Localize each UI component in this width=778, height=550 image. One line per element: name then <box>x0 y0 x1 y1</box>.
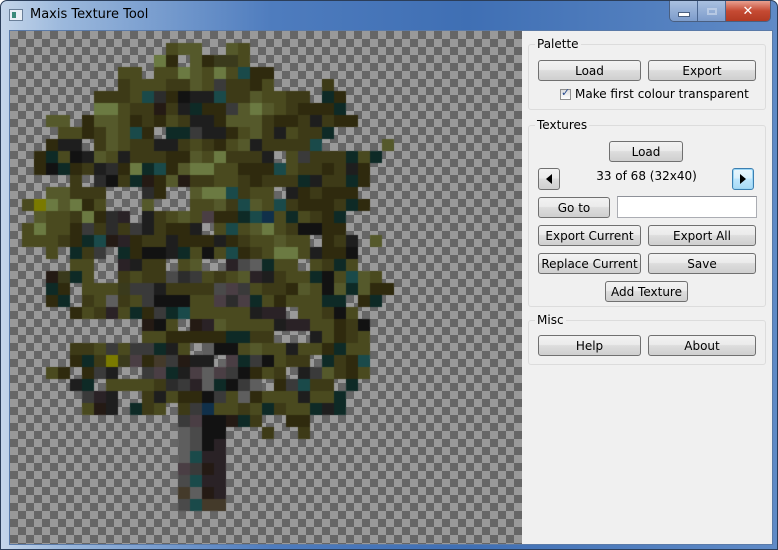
palette-group: Palette Load Export ✓ Make first colour … <box>528 37 766 110</box>
goto-button[interactable]: Go to <box>538 197 610 218</box>
replace-current-button[interactable]: Replace Current <box>538 253 641 274</box>
goto-input[interactable] <box>617 196 757 218</box>
transparent-checkbox[interactable]: ✓ <box>560 85 571 100</box>
add-texture-button[interactable]: Add Texture <box>605 281 688 302</box>
maximize-icon <box>706 7 717 15</box>
texture-status: 33 of 68 (32x40) <box>596 169 697 183</box>
palette-group-label: Palette <box>535 37 581 51</box>
side-panel: Palette Load Export ✓ Make first colour … <box>522 31 772 544</box>
caption-buttons: ✕ <box>669 1 771 22</box>
triangle-left-icon <box>546 174 552 184</box>
transparent-checkbox-row[interactable]: ✓ Make first colour transparent <box>560 85 749 101</box>
previous-texture-button[interactable] <box>538 168 560 190</box>
title-bar[interactable]: Maxis Texture Tool ✕ <box>1 1 777 30</box>
minimize-icon <box>677 11 690 17</box>
close-button[interactable]: ✕ <box>726 1 770 21</box>
checkmark-icon: ✓ <box>561 85 571 99</box>
textures-group: Textures Load 33 of 68 (32x40) Go to Exp… <box>528 118 766 307</box>
close-icon: ✕ <box>742 3 754 19</box>
export-all-button[interactable]: Export All <box>648 225 756 246</box>
triangle-right-icon <box>740 174 746 184</box>
textures-load-button[interactable]: Load <box>609 141 683 162</box>
maximize-button[interactable] <box>698 1 726 21</box>
about-button[interactable]: About <box>648 335 756 356</box>
app-window: Maxis Texture Tool ✕ Palette Load Export… <box>0 0 778 550</box>
help-button[interactable]: Help <box>538 335 641 356</box>
misc-group-label: Misc <box>535 313 566 327</box>
app-icon <box>9 9 23 21</box>
next-texture-button[interactable] <box>732 168 754 190</box>
transparent-checkbox-label: Make first colour transparent <box>575 87 749 101</box>
textures-group-label: Textures <box>535 118 590 132</box>
save-button[interactable]: Save <box>648 253 756 274</box>
texture-image <box>10 31 522 544</box>
misc-group: Misc Help About <box>528 313 766 365</box>
minimize-button[interactable] <box>670 1 698 21</box>
export-current-button[interactable]: Export Current <box>538 225 641 246</box>
client-area: Palette Load Export ✓ Make first colour … <box>9 30 773 545</box>
palette-load-button[interactable]: Load <box>538 60 641 81</box>
palette-export-button[interactable]: Export <box>648 60 756 81</box>
window-title: Maxis Texture Tool <box>30 7 149 22</box>
texture-preview <box>10 31 522 544</box>
